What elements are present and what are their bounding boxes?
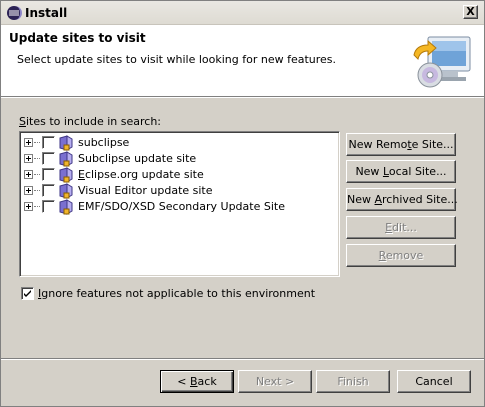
back-button[interactable]: < Back	[160, 370, 234, 393]
update-site-icon	[59, 135, 73, 151]
header-banner: Update sites to visit Select update site…	[1, 25, 484, 97]
close-button[interactable]: X	[463, 5, 478, 19]
new-remote-site-button[interactable]: New Remote Site...	[346, 133, 456, 156]
site-checkbox[interactable]	[42, 200, 55, 213]
site-checkbox[interactable]	[42, 168, 55, 181]
update-site-icon	[59, 183, 73, 199]
sites-label: Sites to include in search:	[19, 115, 162, 128]
site-label: subclipse	[78, 136, 130, 149]
next-button[interactable]: Next >	[238, 370, 312, 393]
footer-separator	[1, 358, 484, 360]
ignore-features-label[interactable]: Ignore features not applicable to this e…	[38, 287, 315, 300]
sites-tree[interactable]: subclipse Subclipse update site Eclipse.…	[19, 131, 340, 277]
site-checkbox[interactable]	[42, 136, 55, 149]
expand-icon[interactable]	[24, 170, 33, 179]
window-title: Install	[25, 6, 68, 20]
expand-icon[interactable]	[24, 202, 33, 211]
close-icon: X	[466, 5, 475, 18]
ignore-features-checkbox[interactable]	[21, 287, 34, 300]
install-dialog: Install X Update sites to visit Select u…	[0, 0, 485, 407]
remove-button[interactable]: Remove	[346, 244, 456, 267]
banner-separator	[1, 97, 484, 98]
expand-icon[interactable]	[24, 138, 33, 147]
finish-button[interactable]: Finish	[316, 370, 390, 393]
eclipse-icon	[7, 6, 22, 20]
page-title: Update sites to visit	[9, 31, 146, 45]
update-site-icon	[59, 151, 73, 167]
install-wizard-icon	[413, 36, 471, 88]
update-site-icon	[59, 199, 73, 215]
edit-button[interactable]: Edit...	[346, 216, 456, 239]
page-description: Select update sites to visit while looki…	[17, 53, 337, 66]
cancel-button[interactable]: Cancel	[397, 370, 471, 393]
site-label: Eclipse.org update site	[78, 168, 204, 181]
expand-icon[interactable]	[24, 154, 33, 163]
expand-icon[interactable]	[24, 186, 33, 195]
update-site-icon	[59, 167, 73, 183]
title-bar[interactable]: Install X	[1, 1, 484, 25]
checkmark-icon	[24, 290, 31, 297]
site-checkbox[interactable]	[42, 184, 55, 197]
site-label: Visual Editor update site	[78, 184, 213, 197]
site-checkbox[interactable]	[42, 152, 55, 165]
site-label: EMF/SDO/XSD Secondary Update Site	[78, 200, 285, 213]
new-archived-site-button[interactable]: New Archived Site...	[346, 188, 458, 211]
site-label: Subclipse update site	[78, 152, 197, 165]
new-local-site-button[interactable]: New Local Site...	[346, 160, 456, 183]
